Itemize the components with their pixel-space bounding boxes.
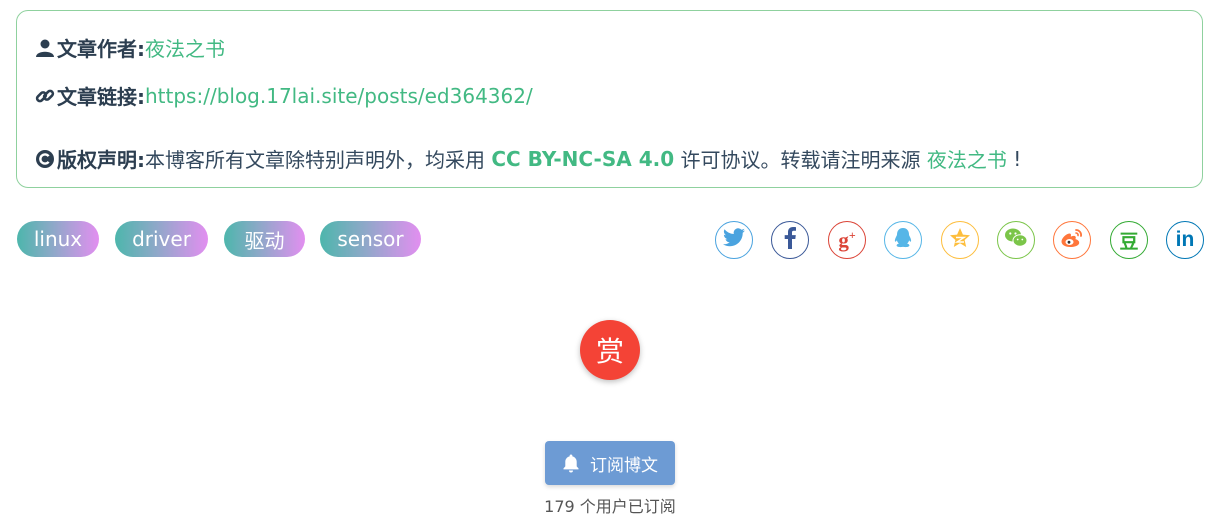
qzone-icon [949,227,971,253]
tag-sensor[interactable]: sensor [320,221,421,257]
subscribe-button[interactable]: 订阅博文 [545,441,675,485]
author-label: 文章作者: [57,37,145,61]
share-facebook[interactable] [771,221,809,259]
copyright-icon [34,148,56,170]
share-douban[interactable]: 豆 [1110,221,1148,259]
share-twitter[interactable] [715,221,753,259]
license-link[interactable]: CC BY-NC-SA 4.0 [491,147,674,171]
linkedin-icon: in [1175,228,1195,251]
share-linkedin[interactable]: in [1166,221,1204,259]
facebook-icon [783,227,797,253]
wechat-icon [1004,227,1028,253]
tag-linux[interactable]: linux [17,221,99,257]
twitter-icon [722,227,746,253]
share-qzone[interactable] [941,221,979,259]
subscriber-count: 179 个用户已订阅 [544,497,676,516]
user-icon [34,37,56,59]
bell-icon [562,453,580,473]
link-row: 文章链接: https://blog.17lai.site/posts/ed36… [34,81,533,110]
author-row: 文章作者: 夜法之书 [34,33,225,62]
license-text-2: 许可协议。转载请注明来源 [674,148,927,172]
license-text: 本博客所有文章除特别声明外，均采用 [145,148,492,172]
reward-button[interactable]: 赏 [580,320,640,380]
author-link[interactable]: 夜法之书 [145,33,225,62]
subscribe-label: 订阅博文 [590,455,658,476]
share-qq[interactable] [884,221,922,259]
source-link[interactable]: 夜法之书 [927,144,1007,173]
link-label: 文章链接: [57,85,145,109]
link-icon [34,85,56,107]
tag-driver[interactable]: driver [115,221,208,257]
license-end: ! [1006,146,1022,171]
douban-icon: 豆 [1119,230,1139,253]
tag-qudong[interactable]: 驱动 [224,221,305,257]
share-google-plus[interactable]: g+ [828,221,866,259]
post-copyright-box: 文章作者: 夜法之书 文章链接: https://blog.17lai.site… [16,10,1203,188]
google-plus-icon: g+ [838,228,856,252]
qq-icon [893,227,913,253]
license-row: 版权声明: 本博客所有文章除特别声明外，均采用 CC BY-NC-SA 4.0 … [34,144,1021,173]
weibo-icon [1060,227,1084,253]
share-weibo[interactable] [1053,221,1091,259]
license-label: 版权声明: [57,148,145,172]
post-url-link[interactable]: https://blog.17lai.site/posts/ed364362/ [145,84,533,108]
share-wechat[interactable] [997,221,1035,259]
